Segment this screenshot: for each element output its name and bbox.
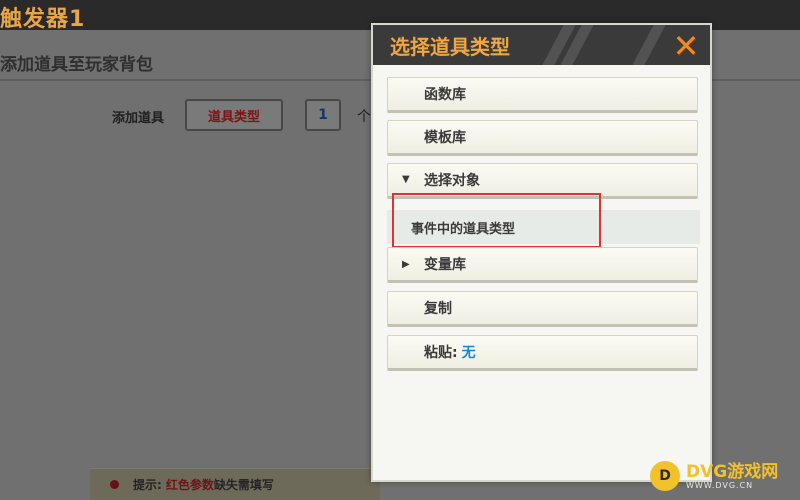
hint-red-text: 红色参数 xyxy=(165,478,214,492)
menu-item-label: 粘贴: xyxy=(424,345,458,361)
add-item-label: 添加道具 xyxy=(112,111,165,126)
menu-item-label: 模板库 xyxy=(424,130,466,146)
menu-item-label: 变量库 xyxy=(424,257,466,273)
menu-item-paste[interactable]: 粘贴: 无 xyxy=(387,335,698,371)
item-type-param-button[interactable]: 道具类型 xyxy=(185,99,283,131)
watermark-name: DVG游戏网 xyxy=(686,461,779,482)
hint-bar: 提示: 红色参数 缺失需填写 xyxy=(90,468,380,500)
hint-prefix: 提示: xyxy=(133,478,162,492)
watermark: D DVG游戏网 WWW.DVG.CN xyxy=(650,455,795,497)
action-title: 添加道具至玩家背包 xyxy=(0,55,153,75)
menu-item-template-library[interactable]: 模板库 xyxy=(387,120,698,156)
warning-dot-icon xyxy=(110,480,119,489)
select-item-type-dialog: 选择道具类型 ✕ 函数库 模板库 ▼ 选择对象 事件中的道具类型 ▶ 变量库 复… xyxy=(371,23,712,482)
window-title: 触发器1 xyxy=(0,7,86,32)
watermark-url: WWW.DVG.CN xyxy=(686,480,754,490)
caret-down-icon: ▼ xyxy=(402,174,410,185)
header-stripe xyxy=(632,25,666,65)
unit-label: 个 xyxy=(357,109,371,125)
hint-suffix: 缺失需填写 xyxy=(213,478,274,492)
menu-item-function-library[interactable]: 函数库 xyxy=(387,77,698,113)
quantity-param-button[interactable]: 1 xyxy=(305,99,341,131)
menu-item-label: 选择对象 xyxy=(424,173,480,189)
paste-value: 无 xyxy=(461,345,476,361)
menu-item-label: 函数库 xyxy=(424,87,466,103)
close-icon[interactable]: ✕ xyxy=(668,29,704,63)
highlight-annotation-box xyxy=(392,193,601,248)
dialog-title: 选择道具类型 xyxy=(390,35,510,59)
caret-right-icon: ▶ xyxy=(402,259,410,270)
menu-item-copy[interactable]: 复制 xyxy=(387,291,698,327)
menu-item-label: 复制 xyxy=(424,301,452,317)
watermark-logo-icon: D xyxy=(650,461,680,491)
menu-item-variable-library[interactable]: ▶ 变量库 xyxy=(387,247,698,283)
dialog-header: 选择道具类型 ✕ xyxy=(373,25,710,65)
